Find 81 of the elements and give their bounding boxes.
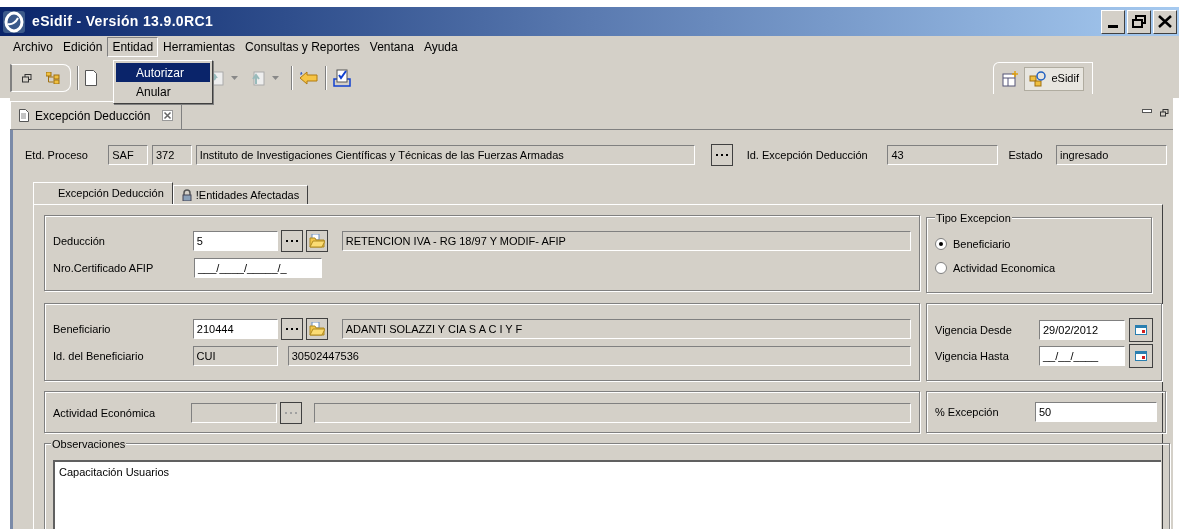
text-area[interactable]: Capacitación Usuarios <box>53 460 1161 529</box>
field-label: Id. del Beneficiario <box>53 348 145 364</box>
restore-icon <box>1132 15 1146 28</box>
form-tab[interactable]: Excepción Deducción <box>33 182 173 204</box>
field-label: Estado <box>1008 147 1044 163</box>
close-icon[interactable] <box>162 110 174 121</box>
restore-button[interactable] <box>1127 9 1151 34</box>
perspective-icon <box>1029 70 1048 87</box>
hierarchy-icon[interactable] <box>46 72 60 84</box>
field-label: Deducción <box>53 233 106 249</box>
radio-option[interactable]: Beneficiario <box>935 236 1143 252</box>
calendar-icon <box>1135 351 1147 361</box>
close-button[interactable] <box>1153 9 1177 34</box>
field-label: Id. Excepción Deducción <box>746 147 869 163</box>
editor-tab-title: Excepción Deducción <box>35 107 151 125</box>
field-label: Nro.Certificado AFIP <box>53 260 155 276</box>
minimize-icon <box>1108 24 1118 28</box>
input-field[interactable]: ADANTI SOLAZZI Y CIA S A C I Y F <box>341 319 911 339</box>
input-field[interactable]: 210444 <box>192 319 279 339</box>
input-field[interactable]: 5 <box>192 231 279 251</box>
ellipsis-icon <box>284 411 297 415</box>
restore-icon[interactable] <box>22 73 32 83</box>
input-field[interactable]: 50 <box>1035 402 1157 422</box>
menu-item[interactable]: Consultas y Reportes <box>240 37 365 57</box>
minimize-icon[interactable] <box>1142 109 1152 113</box>
restore-icon[interactable] <box>1160 109 1169 117</box>
radio-button[interactable] <box>935 262 947 274</box>
browse-button[interactable] <box>281 318 303 340</box>
calendar-icon <box>1135 325 1147 335</box>
input-field[interactable]: ___/____/_____/_ <box>194 258 322 278</box>
lock-icon <box>181 189 192 201</box>
field-label: Actividad Económica <box>53 405 157 421</box>
input-field[interactable] <box>313 403 911 423</box>
checklist-icon[interactable] <box>333 69 351 87</box>
ellipsis-icon <box>715 153 728 157</box>
folder-icon <box>308 234 325 248</box>
input-field[interactable]: 29/02/2012 <box>1039 320 1125 340</box>
app-logo-icon <box>2 9 26 34</box>
close-icon <box>1158 15 1172 28</box>
field-label: % Excepción <box>935 404 1000 420</box>
form-tab[interactable]: !Entidades Afectadas <box>172 185 309 204</box>
menu-item[interactable]: Ayuda <box>418 37 463 57</box>
menu-option[interactable]: Anular <box>116 82 210 101</box>
browse-button[interactable] <box>281 230 303 252</box>
perspective-button[interactable]: eSidif <box>1024 66 1084 91</box>
input-field[interactable]: ingresado <box>1056 145 1167 165</box>
input-field[interactable]: RETENCION IVA - RG 18/97 Y MODIF- AFIP <box>341 231 911 251</box>
input-field[interactable] <box>191 403 277 423</box>
input-field[interactable]: CUI <box>192 346 278 366</box>
field-label: Vigencia Desde <box>935 322 1013 338</box>
menu-option[interactable]: Autorizar <box>116 63 210 82</box>
input-field[interactable]: 43 <box>887 145 999 165</box>
menu-item[interactable]: Edición <box>58 37 108 57</box>
browse-button[interactable] <box>710 144 733 166</box>
calendar-button[interactable] <box>1129 318 1153 342</box>
open-perspective-icon[interactable] <box>1002 70 1019 87</box>
ellipsis-icon <box>286 327 299 331</box>
radio-option[interactable]: Actividad Economica <box>935 260 1143 276</box>
document-icon <box>19 109 29 122</box>
folder-icon <box>308 322 325 336</box>
input-field[interactable]: 30502447536 <box>287 346 911 366</box>
input-field[interactable]: 372 <box>151 145 192 165</box>
menu-item[interactable]: Herramientas <box>158 37 241 57</box>
folder-button[interactable] <box>306 318 328 340</box>
radio-button[interactable] <box>935 238 947 250</box>
input-field[interactable]: SAF <box>108 145 148 165</box>
document-icon[interactable] <box>85 70 97 86</box>
input-field[interactable]: Instituto de Investigaciones Científicas y Técnicas de las Fuerzas Armadas <box>195 145 695 165</box>
menu-item[interactable]: Entidad <box>107 37 159 57</box>
menu-item[interactable]: Ventana <box>364 37 419 57</box>
field-label: Beneficiario <box>53 321 112 337</box>
editor-tab[interactable]: Excepción Deducción <box>10 101 183 129</box>
calendar-button[interactable] <box>1129 344 1153 368</box>
menu-item[interactable]: Archivo <box>8 37 58 57</box>
ellipsis-icon <box>286 239 299 243</box>
folder-button[interactable] <box>306 230 328 252</box>
minimize-button[interactable] <box>1101 9 1125 34</box>
window-title: eSidif - Versión 13.9.0RC1 <box>32 12 214 31</box>
field-label: Vigencia Hasta <box>935 348 1010 364</box>
input-field[interactable]: __/__/____ <box>1039 346 1125 366</box>
field-label: Etd. Proceso <box>25 147 89 163</box>
